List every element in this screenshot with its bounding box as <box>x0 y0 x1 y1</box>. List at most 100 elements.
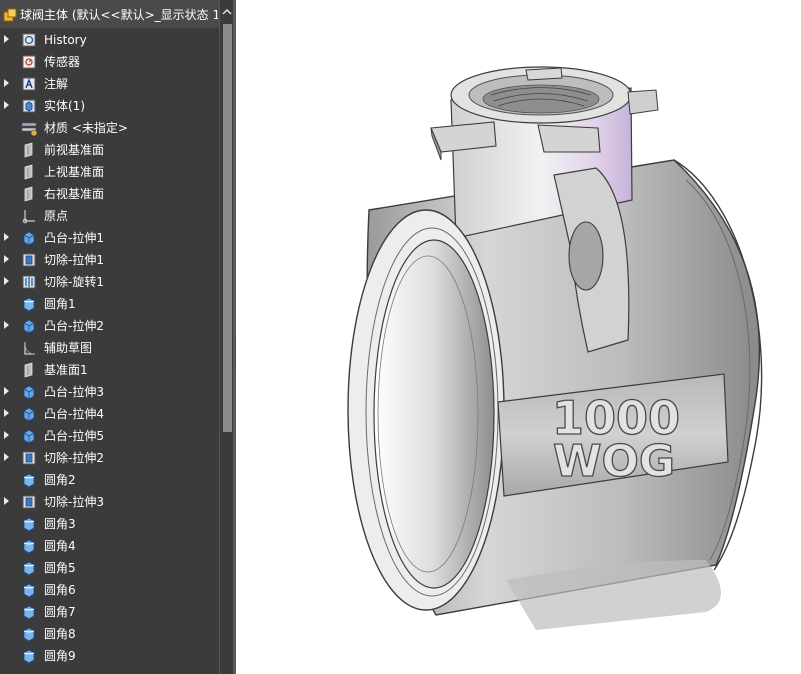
tree-item[interactable]: 右视基准面 <box>0 183 219 205</box>
fillet-icon <box>23 297 35 312</box>
boss-extrude-icon <box>23 319 35 334</box>
tree-item-label: 圆角2 <box>44 473 76 487</box>
fillet-icon <box>23 539 35 554</box>
expand-arrow-icon[interactable] <box>4 79 9 87</box>
material-icon <box>21 122 38 137</box>
tree-item-label: 注解 <box>44 77 69 91</box>
expand-arrow-icon[interactable] <box>4 35 9 43</box>
tree-item[interactable]: 基准面1 <box>0 359 219 381</box>
tree-item[interactable]: 实体(1) <box>0 95 219 117</box>
plane-icon <box>24 142 33 158</box>
plane-icon <box>24 362 33 378</box>
expand-arrow-icon[interactable] <box>4 387 9 395</box>
plane-icon <box>24 164 33 180</box>
part-icon <box>3 8 17 22</box>
tree-item[interactable]: 圆角9 <box>0 645 219 667</box>
tree-root-label: 球阀主体 (默认<<默认>_显示状态 1 <box>20 8 218 22</box>
fillet-icon <box>23 627 35 642</box>
tree-item[interactable]: 切除-拉伸1 <box>0 249 219 271</box>
tree-item-label: 圆角9 <box>44 649 76 663</box>
tree-item[interactable]: 圆角3 <box>0 513 219 535</box>
tree-item-label: 前视基准面 <box>44 143 105 157</box>
graphics-viewport[interactable]: 1000 WOG <box>236 0 801 674</box>
tree-item[interactable]: 传感器 <box>0 51 219 73</box>
tree-item-label: 圆角8 <box>44 627 76 641</box>
tree-item-label: 材质 <未指定> <box>44 121 128 135</box>
tree-item[interactable]: 注解 <box>0 73 219 95</box>
fillet-icon <box>23 517 35 532</box>
feature-list: History 传感器注解实体(1) 材质 <未指定> 前视基准面上视基准面右视基准面… <box>0 29 219 667</box>
tree-item-label: 圆角5 <box>44 561 76 575</box>
tree-item-label: 圆角6 <box>44 583 76 597</box>
tree-item[interactable]: 前视基准面 <box>0 139 219 161</box>
tree-item-label: 传感器 <box>44 55 81 69</box>
expand-arrow-icon[interactable] <box>4 321 9 329</box>
tree-item[interactable]: 圆角1 <box>0 293 219 315</box>
expand-arrow-icon[interactable] <box>4 233 9 241</box>
tree-item-label: 上视基准面 <box>44 165 105 179</box>
tree-item-label: 凸台-拉伸3 <box>44 385 104 399</box>
origin-icon <box>22 210 35 224</box>
boss-extrude-icon <box>23 407 35 422</box>
tree-item[interactable]: 切除-旋转1 <box>0 271 219 293</box>
tree-item-label: 圆角4 <box>44 539 76 553</box>
tree-item-label: 凸台-拉伸5 <box>44 429 104 443</box>
tree-item-label: 辅助草图 <box>44 341 93 355</box>
plane-icon <box>24 186 33 202</box>
fillet-icon <box>23 473 35 488</box>
tree-item[interactable]: 原点 <box>0 205 219 227</box>
fillet-icon <box>23 649 35 664</box>
tree-item[interactable]: 切除-拉伸2 <box>0 447 219 469</box>
tree-item-label: 原点 <box>44 209 69 223</box>
tree-item-label: History <box>44 33 87 47</box>
tree-root-row[interactable]: 球阀主体 (默认<<默认>_显示状态 1 <box>0 0 219 28</box>
tree-item-label: 切除-拉伸1 <box>44 253 104 267</box>
fillet-icon <box>23 583 35 598</box>
sensor-icon <box>22 55 36 69</box>
tree-item[interactable]: 切除-拉伸3 <box>0 491 219 513</box>
history-icon <box>22 33 36 47</box>
annotation-icon <box>22 77 36 91</box>
fillet-icon <box>23 605 35 620</box>
scrollbar-thumb[interactable] <box>223 24 232 432</box>
tree-item[interactable]: 上视基准面 <box>0 161 219 183</box>
tree-item-label: 圆角3 <box>44 517 76 531</box>
expand-arrow-icon[interactable] <box>4 453 9 461</box>
expand-arrow-icon[interactable] <box>4 497 9 505</box>
tree-item[interactable]: 凸台-拉伸4 <box>0 403 219 425</box>
expand-arrow-icon[interactable] <box>4 409 9 417</box>
feature-manager-tree: 球阀主体 (默认<<默认>_显示状态 1 History 传感器注解实体(1) 材质… <box>0 0 236 674</box>
tree-item-label: 切除-旋转1 <box>44 275 104 289</box>
expand-arrow-icon[interactable] <box>4 101 9 109</box>
expand-arrow-icon[interactable] <box>4 431 9 439</box>
tree-item[interactable]: 圆角4 <box>0 535 219 557</box>
fillet-icon <box>23 561 35 576</box>
boss-extrude-icon <box>23 385 35 400</box>
expand-arrow-icon[interactable] <box>4 277 9 285</box>
tree-item[interactable]: 圆角6 <box>0 579 219 601</box>
tree-item-label: 凸台-拉伸1 <box>44 231 104 245</box>
tree-item[interactable]: 辅助草图 <box>0 337 219 359</box>
boss-extrude-icon <box>23 429 35 444</box>
boss-extrude-icon <box>23 231 35 246</box>
tree-item-label: 基准面1 <box>44 363 88 377</box>
tree-scrollbar[interactable] <box>219 0 234 674</box>
embossed-text-wog: WOG <box>553 436 675 487</box>
tree-item[interactable]: 凸台-拉伸3 <box>0 381 219 403</box>
tree-item[interactable]: 凸台-拉伸2 <box>0 315 219 337</box>
tree-item[interactable]: 材质 <未指定> <box>0 117 219 139</box>
expand-arrow-icon[interactable] <box>4 255 9 263</box>
tree-item[interactable]: 圆角2 <box>0 469 219 491</box>
tree-item[interactable]: History <box>0 29 219 51</box>
tree-item-label: 凸台-拉伸2 <box>44 319 104 333</box>
scroll-up-arrow-icon[interactable] <box>221 6 233 18</box>
tree-item[interactable]: 圆角8 <box>0 623 219 645</box>
cut-extrude-icon <box>22 495 36 509</box>
tree-item[interactable]: 凸台-拉伸5 <box>0 425 219 447</box>
tree-item-label: 切除-拉伸3 <box>44 495 104 509</box>
tree-item[interactable]: 圆角7 <box>0 601 219 623</box>
tree-item[interactable]: 凸台-拉伸1 <box>0 227 219 249</box>
tree-item[interactable]: 圆角5 <box>0 557 219 579</box>
sketch-icon <box>24 341 36 355</box>
tree-item-label: 圆角1 <box>44 297 76 311</box>
